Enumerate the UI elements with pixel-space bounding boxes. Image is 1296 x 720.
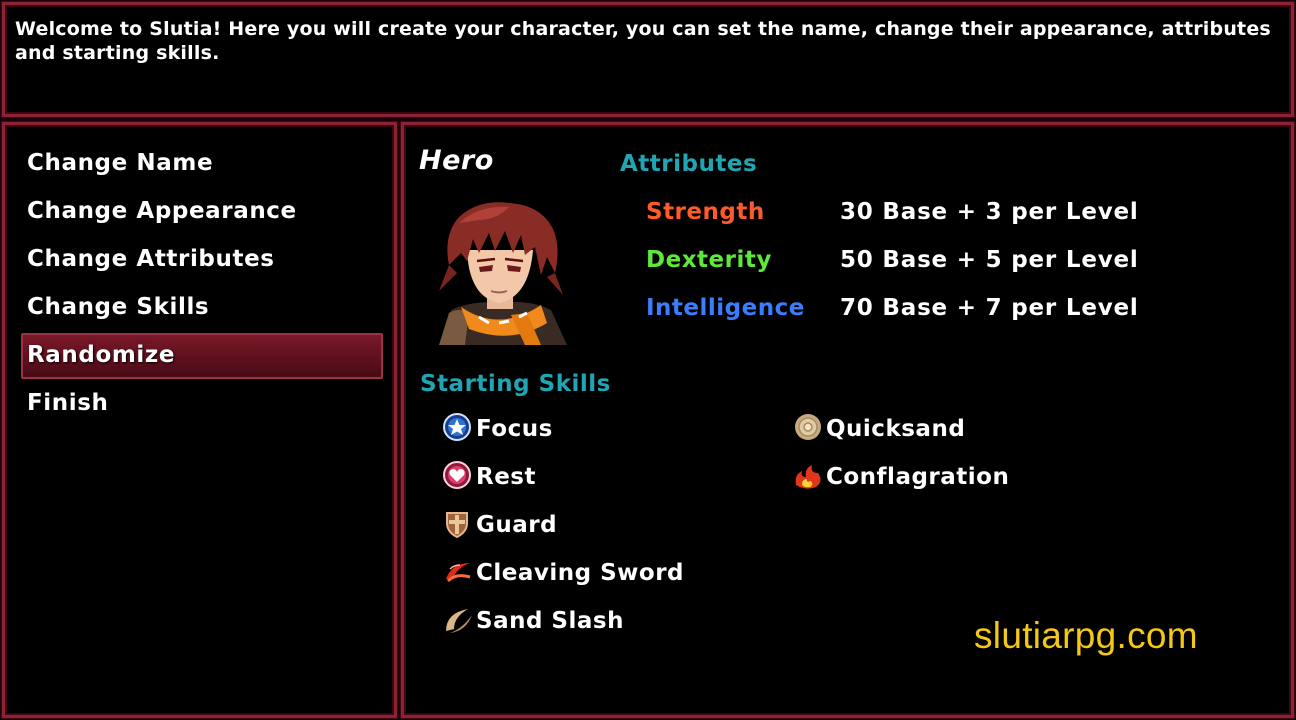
sand-swirl-icon: [792, 413, 824, 445]
skill-quicksand-label: Quicksand: [826, 416, 966, 442]
command-menu: Change Name Change Appearance Change Att…: [2, 122, 397, 718]
menu-item-finish[interactable]: Finish: [21, 381, 383, 427]
hero-name: Hero: [419, 145, 494, 176]
menu-item-randomize[interactable]: Randomize: [21, 333, 383, 379]
help-text: Welcome to Slutia! Here you will create …: [15, 18, 1271, 64]
sword-slash-icon: [442, 557, 474, 589]
attribute-strength-value: 30 Base + 3 per Level: [840, 199, 1139, 225]
skill-rest-label: Rest: [476, 464, 536, 490]
skill-focus: Focus: [442, 411, 553, 447]
attribute-intelligence-label: Intelligence: [646, 295, 805, 321]
attribute-dexterity-value: 50 Base + 5 per Level: [840, 247, 1139, 273]
help-window: Welcome to Slutia! Here you will create …: [2, 2, 1294, 117]
shield-icon: [442, 509, 474, 541]
menu-item-change-skills[interactable]: Change Skills: [21, 285, 383, 331]
skill-rest: Rest: [442, 459, 536, 495]
skill-guard-label: Guard: [476, 512, 558, 538]
star-orb-icon: [442, 413, 474, 445]
skill-cleaving-sword: Cleaving Sword: [442, 555, 684, 591]
skill-focus-label: Focus: [476, 416, 553, 442]
skill-conflagration: Conflagration: [792, 459, 1009, 495]
menu-item-change-appearance[interactable]: Change Appearance: [21, 189, 383, 235]
attribute-dexterity-label: Dexterity: [646, 247, 772, 273]
attributes-header: Attributes: [620, 151, 758, 177]
skill-quicksand: Quicksand: [792, 411, 965, 447]
sand-slash-icon: [442, 605, 474, 637]
heart-orb-icon: [442, 461, 474, 493]
menu-item-change-name[interactable]: Change Name: [21, 141, 383, 187]
starting-skills-header: Starting Skills: [420, 371, 611, 397]
menu-item-change-attributes[interactable]: Change Attributes: [21, 237, 383, 283]
status-window: Hero Attributes Strength 30 Base + 3 per…: [401, 122, 1294, 718]
skill-sand-slash-label: Sand Slash: [476, 608, 624, 634]
skill-cleaving-sword-label: Cleaving Sword: [476, 560, 685, 586]
skill-conflagration-label: Conflagration: [826, 464, 1010, 490]
skill-sand-slash: Sand Slash: [442, 603, 624, 639]
attribute-strength-label: Strength: [646, 199, 765, 225]
fire-icon: [792, 461, 824, 493]
watermark: slutiarpg.com: [974, 615, 1198, 656]
attribute-intelligence-value: 70 Base + 7 per Level: [840, 295, 1139, 321]
skill-guard: Guard: [442, 507, 557, 543]
hero-portrait: [439, 202, 567, 345]
